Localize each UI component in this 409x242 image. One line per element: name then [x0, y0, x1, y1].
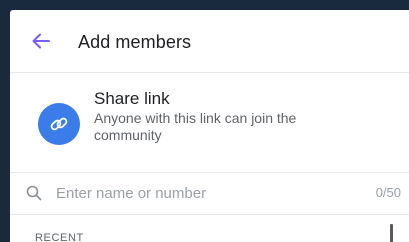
- share-link-title: Share link: [94, 89, 170, 108]
- scrollbar[interactable]: [390, 224, 393, 242]
- app-bar: [10, 10, 409, 72]
- link-glyph: [50, 117, 68, 131]
- share-link-subtitle: Anyone with this link can join the commu…: [94, 110, 297, 143]
- back-arrow-icon[interactable]: [32, 33, 50, 49]
- search-input[interactable]: [56, 182, 336, 204]
- add-members-screen: Add members Share link Anyone with this …: [10, 10, 409, 242]
- back-arrow-glyph: [32, 33, 50, 49]
- link-icon: [38, 103, 80, 145]
- header-divider: [10, 72, 409, 73]
- page-title: Add members: [78, 32, 192, 52]
- recent-section-label: RECENT: [35, 232, 84, 242]
- search-glyph: [26, 185, 42, 201]
- search-icon: [26, 185, 42, 201]
- search-divider: [10, 214, 409, 215]
- member-counter: 0/50: [375, 185, 401, 200]
